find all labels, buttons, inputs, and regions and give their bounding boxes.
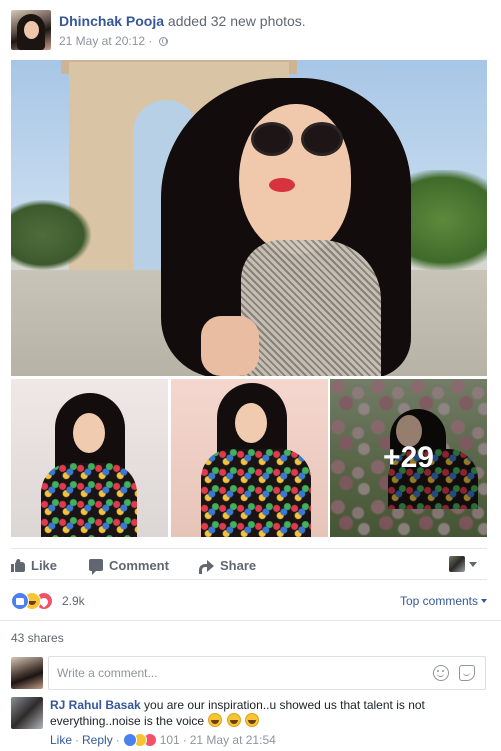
main-photo[interactable]	[11, 60, 487, 376]
more-photos-count: +29	[383, 441, 434, 474]
more-photos-overlay[interactable]: +29	[330, 379, 487, 537]
comment-composer	[11, 656, 487, 690]
author-name-link[interactable]: Dhinchak Pooja	[59, 13, 164, 29]
comment-reactions-icons[interactable]	[122, 733, 157, 747]
grinning-emoji-icon	[245, 713, 260, 727]
comment-button[interactable]: Comment	[89, 555, 169, 575]
viewer-avatar	[449, 556, 465, 572]
share-label: Share	[220, 557, 257, 573]
photo-thumbnails: +29	[11, 379, 487, 537]
comment-label: Comment	[109, 557, 169, 573]
commenter-avatar[interactable]	[11, 697, 43, 729]
grinning-emoji-icon	[226, 713, 241, 727]
photo-thumbnail[interactable]: +29	[330, 379, 487, 537]
post-header-text: Dhinchak Pooja added 32 new photos. 21 M…	[59, 12, 306, 49]
comment-timestamp[interactable]: 21 May at 21:54	[190, 733, 276, 747]
comment-like-link[interactable]: Like	[50, 733, 72, 747]
top-comments-label: Top comments	[399, 594, 478, 608]
post-action-text: added 32 new photos.	[167, 13, 306, 29]
comment-reaction-count[interactable]: 101	[160, 733, 180, 747]
comment-meta: Like · Reply · 101 · 21 May at 21:54	[50, 733, 276, 747]
globe-icon[interactable]	[158, 37, 168, 46]
reaction-count[interactable]: 2.9k	[62, 594, 85, 608]
commenter-name-link[interactable]: RJ Rahul Basak	[50, 698, 141, 712]
comment-reply-link[interactable]: Reply	[82, 733, 113, 747]
grinning-emoji-icon	[208, 713, 223, 727]
meta-separator: ·	[148, 34, 153, 48]
chevron-down-icon	[469, 561, 477, 567]
view-as-selector[interactable]	[449, 556, 477, 572]
share-count[interactable]: 43 shares	[11, 631, 64, 645]
photo-thumbnail[interactable]	[11, 379, 168, 537]
meta-separator: ·	[115, 733, 120, 747]
post-header: Dhinchak Pooja added 32 new photos. 21 M…	[11, 10, 491, 50]
photo-thumbnail[interactable]	[171, 379, 328, 537]
share-arrow-icon	[199, 559, 214, 574]
like-reaction-icon[interactable]	[11, 592, 29, 610]
current-user-avatar	[11, 657, 43, 689]
like-button[interactable]: Like	[11, 555, 57, 575]
post-timestamp[interactable]: 21 May at 20:12	[59, 34, 145, 48]
thumbs-up-icon	[11, 558, 25, 572]
author-avatar[interactable]	[11, 10, 51, 50]
chevron-down-icon	[481, 599, 487, 603]
comment-input[interactable]	[48, 656, 486, 690]
reactions-summary: 2.9k Top comments	[11, 590, 487, 612]
comment-body: RJ Rahul Basak you are our inspiration..…	[50, 697, 470, 729]
emoji-icon[interactable]	[433, 665, 449, 681]
top-comments-dropdown[interactable]: Top comments	[400, 594, 487, 608]
like-label: Like	[31, 557, 58, 573]
meta-separator: ·	[75, 733, 80, 747]
comment-bubble-icon	[89, 559, 103, 575]
meta-separator: ·	[182, 733, 187, 747]
post-headline: Dhinchak Pooja added 32 new photos.	[59, 12, 306, 30]
post-meta: 21 May at 20:12 ·	[59, 33, 306, 49]
action-bar: Like Comment Share	[11, 548, 487, 580]
sticker-icon[interactable]	[459, 665, 475, 681]
share-button[interactable]: Share	[199, 555, 256, 575]
divider	[0, 620, 501, 621]
